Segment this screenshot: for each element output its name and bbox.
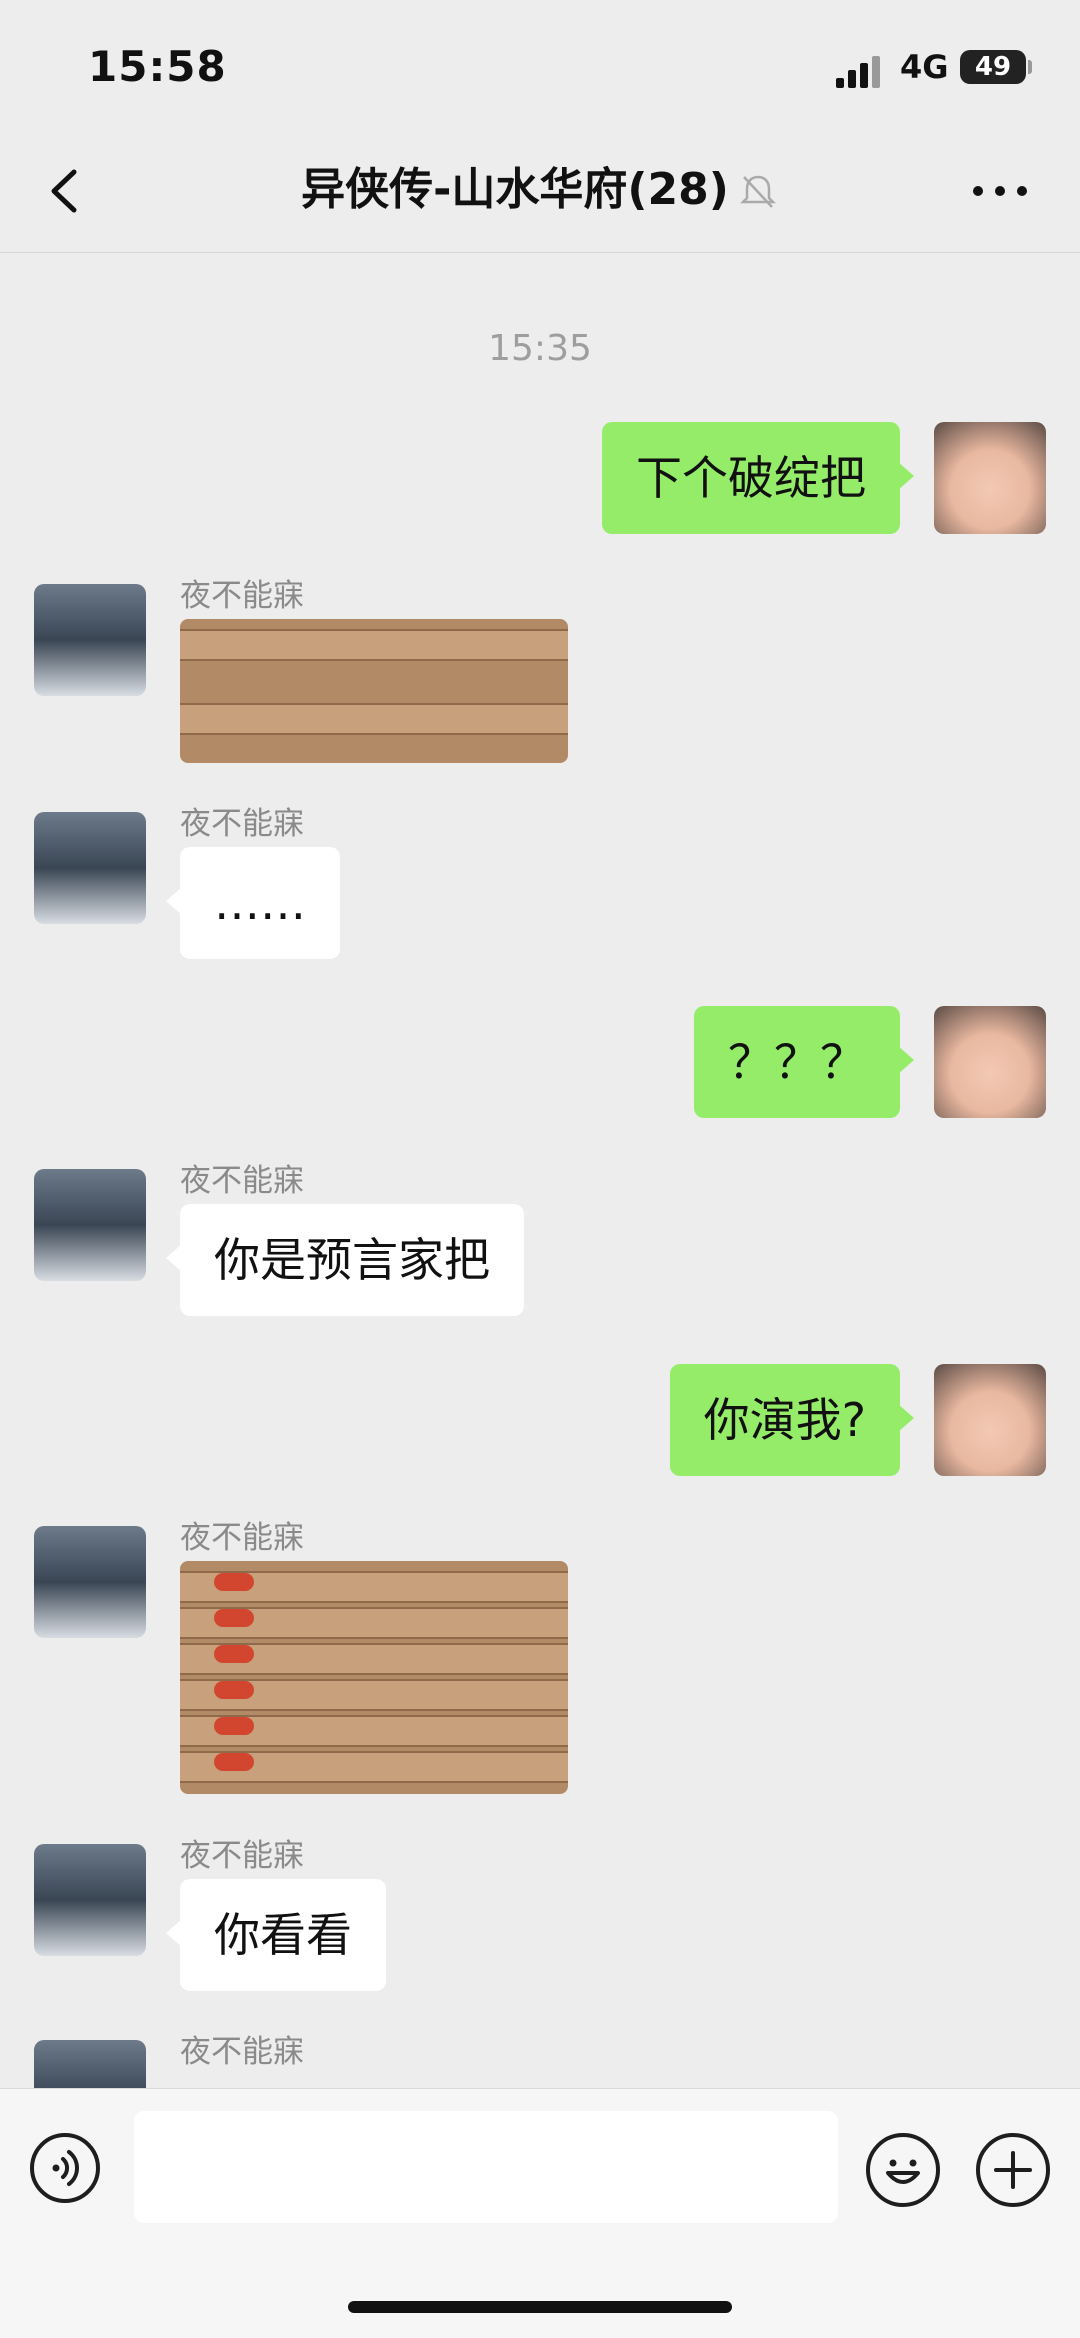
- image-message[interactable]: [180, 1561, 568, 1794]
- input-bar: [0, 2088, 1080, 2338]
- outgoing-message[interactable]: 你演我?: [669, 1364, 915, 1476]
- chat-title: 异侠传-山水华府(28): [0, 160, 1080, 220]
- smiley-icon: [886, 2159, 920, 2184]
- incoming-message[interactable]: ……: [166, 847, 340, 959]
- image-tag: [214, 1645, 254, 1663]
- chat-messages: 15:35 下个破绽把 夜不能寐 夜不能寐 …… ？？？ 夜不能寐 你是预言家把…: [0, 252, 1080, 2088]
- emoji-button[interactable]: [866, 2133, 940, 2207]
- more-options-icon[interactable]: [970, 178, 1030, 204]
- battery-icon: 49: [960, 50, 1026, 84]
- voice-wave-icon: [52, 2150, 79, 2186]
- my-avatar[interactable]: [934, 1006, 1046, 1118]
- sender-name: 夜不能寐: [180, 2034, 304, 2070]
- sender-name: 夜不能寐: [180, 806, 304, 842]
- image-tag: [214, 1573, 254, 1591]
- status-bar: 15:58 4G 49: [0, 0, 1080, 130]
- image-content-row: [180, 1715, 568, 1747]
- image-tag: [214, 1717, 254, 1735]
- image-tag: [214, 1681, 254, 1699]
- battery-tip: [1028, 60, 1032, 74]
- mute-bell-icon: [739, 175, 776, 208]
- message-input[interactable]: [134, 2111, 838, 2223]
- sender-avatar[interactable]: [34, 1169, 146, 1281]
- signal-icon: [836, 56, 880, 88]
- image-content-row: [180, 1571, 568, 1603]
- sender-name: 夜不能寐: [180, 1163, 304, 1199]
- more-functions-button[interactable]: [976, 2133, 1050, 2207]
- image-tag: [214, 1753, 254, 1771]
- sender-avatar[interactable]: [34, 812, 146, 924]
- image-content-row: [180, 629, 568, 661]
- sender-name: 夜不能寐: [180, 578, 304, 614]
- voice-input-button[interactable]: [30, 2133, 100, 2203]
- sender-name: 夜不能寐: [180, 1838, 304, 1874]
- incoming-message[interactable]: 你是预言家把: [166, 1204, 524, 1316]
- my-avatar[interactable]: [934, 422, 1046, 534]
- status-time: 15:58: [88, 42, 227, 91]
- image-tag: [214, 1609, 254, 1627]
- outgoing-message[interactable]: 下个破绽把: [602, 422, 914, 534]
- chat-header: 异侠传-山水华府(28): [0, 130, 1080, 253]
- chat-title-text: 异侠传-山水华府(28): [301, 164, 729, 215]
- plus-icon: [994, 2151, 1032, 2189]
- sender-avatar[interactable]: [34, 1526, 146, 1638]
- incoming-message[interactable]: 你看看: [166, 1879, 386, 1991]
- image-content-row: [180, 1679, 568, 1711]
- sender-name: 夜不能寐: [180, 1520, 304, 1556]
- outgoing-message[interactable]: ？？？: [694, 1006, 914, 1118]
- home-indicator: [348, 2301, 732, 2313]
- sender-avatar[interactable]: [34, 2040, 146, 2088]
- sender-avatar[interactable]: [34, 584, 146, 696]
- image-content-row: [180, 1751, 568, 1783]
- network-label: 4G: [900, 48, 949, 86]
- message-timestamp: 15:35: [488, 328, 592, 369]
- image-content-row: [180, 1643, 568, 1675]
- image-message[interactable]: [180, 619, 568, 763]
- image-content-row: [180, 703, 568, 735]
- my-avatar[interactable]: [934, 1364, 1046, 1476]
- image-content-row: [180, 1607, 568, 1639]
- sender-avatar[interactable]: [34, 1844, 146, 1956]
